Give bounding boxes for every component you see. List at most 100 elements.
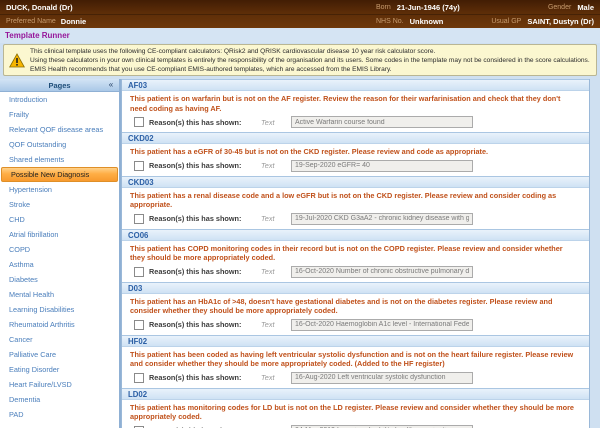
sidebar-item-diabetes[interactable]: Diabetes xyxy=(0,272,119,287)
section-description: This patient has COPD monitoring codes i… xyxy=(122,241,589,264)
section-code: HF02 xyxy=(122,335,589,347)
section-code: LD02 xyxy=(122,388,589,400)
alert-section-ckd02: CKD02 This patient has a eGFR of 30-45 b… xyxy=(122,132,589,176)
reason-row: Reason(s) this has shown: Text xyxy=(122,211,589,229)
reason-checkbox-label: Reason(s) this has shown: xyxy=(149,373,261,382)
patient-banner: DUCK, Donald (Dr) Born 21-Jun-1946 (74y)… xyxy=(0,0,600,28)
section-description: This patient has a renal disease code an… xyxy=(122,188,589,211)
alert-section-d03: D03 This patient has an HbA1c of >48, do… xyxy=(122,282,589,335)
reason-checkbox[interactable] xyxy=(134,267,144,277)
sidebar-item-shared-elements[interactable]: Shared elements xyxy=(0,152,119,167)
reason-text-input[interactable] xyxy=(291,116,473,128)
gender-label: Gender xyxy=(548,4,571,11)
reason-checkbox[interactable] xyxy=(134,117,144,127)
section-description: This patient is on warfarin but is not o… xyxy=(122,91,589,114)
usual-gp-value: SAINT, Dustyn (Dr) xyxy=(527,17,594,26)
sidebar-item-possible-new-diagnosis[interactable]: Possible New Diagnosis xyxy=(1,167,118,182)
pages-header-label: Pages xyxy=(0,81,119,90)
reason-checkbox-label: Reason(s) this has shown: xyxy=(149,267,261,276)
notice-text: This clinical template uses the followin… xyxy=(30,47,594,74)
nhs-label: NHS No. xyxy=(376,18,404,25)
reason-checkbox[interactable] xyxy=(134,320,144,330)
sidebar-item-copd[interactable]: COPD xyxy=(0,242,119,257)
section-description: This patient has been coded as having le… xyxy=(122,347,589,370)
reason-row: Reason(s) this has shown: Text xyxy=(122,158,589,176)
text-label: Text xyxy=(261,320,285,329)
section-description: This patient has a eGFR of 30-45 but is … xyxy=(122,144,589,158)
sidebar-item-relevant-qof-disease-areas[interactable]: Relevant QOF disease areas xyxy=(0,122,119,137)
pages-sidebar: Pages « IntroductionFrailtyRelevant QOF … xyxy=(0,79,121,428)
preferred-name-label: Preferred Name xyxy=(6,18,56,25)
nhs-value: Unknown xyxy=(410,17,444,26)
main-sections: AF03 This patient is on warfarin but is … xyxy=(121,79,590,428)
alert-section-ld02: LD02 This patient has monitoring codes f… xyxy=(122,388,589,428)
reason-row: Reason(s) this has shown: Text xyxy=(122,370,589,388)
pages-header: Pages « xyxy=(0,79,119,92)
section-code: CKD02 xyxy=(122,132,589,144)
page-title: Template Runner xyxy=(5,31,70,40)
reason-text-input[interactable] xyxy=(291,160,473,172)
section-code: AF03 xyxy=(122,79,589,91)
sidebar-item-heart-failure-lvsd[interactable]: Heart Failure/LVSD xyxy=(0,377,119,392)
sidebar-item-atrial-fibrillation[interactable]: Atrial fibrillation xyxy=(0,227,119,242)
reason-checkbox[interactable] xyxy=(134,214,144,224)
patient-name: DUCK, Donald (Dr) xyxy=(6,3,73,12)
notice-line-3: EMIS Health recommends that you use CE-c… xyxy=(30,65,590,74)
banner-row-2: Preferred Name Donnie NHS No. Unknown Us… xyxy=(0,14,600,28)
sidebar-item-qof-outstanding[interactable]: QOF Outstanding xyxy=(0,137,119,152)
section-code: D03 xyxy=(122,282,589,294)
reason-row: Reason(s) this has shown: Text xyxy=(122,114,589,132)
collapse-sidebar-icon[interactable]: « xyxy=(106,80,116,90)
warning-icon xyxy=(4,53,30,68)
sidebar-item-pad[interactable]: PAD xyxy=(0,407,119,422)
notice-line-2: Using these calculators in your own clin… xyxy=(30,56,590,65)
section-code: CKD03 xyxy=(122,176,589,188)
sidebar-item-palliative-care[interactable]: Palliative Care xyxy=(0,347,119,362)
sidebar-item-mental-health[interactable]: Mental Health xyxy=(0,287,119,302)
section-code: CO06 xyxy=(122,229,589,241)
titlebar: Template Runner xyxy=(0,28,600,43)
section-description: This patient has an HbA1c of >48, doesn'… xyxy=(122,294,589,317)
reason-text-input[interactable] xyxy=(291,213,473,225)
reason-checkbox-label: Reason(s) this has shown: xyxy=(149,118,261,127)
reason-checkbox-label: Reason(s) this has shown: xyxy=(149,161,261,170)
reason-row: Reason(s) this has shown: Text xyxy=(122,317,589,335)
banner-row-1: DUCK, Donald (Dr) Born 21-Jun-1946 (74y)… xyxy=(0,0,600,14)
reason-text-input[interactable] xyxy=(291,372,473,384)
section-description: This patient has monitoring codes for LD… xyxy=(122,400,589,423)
alert-section-hf02: HF02 This patient has been coded as havi… xyxy=(122,335,589,388)
born-label: Born xyxy=(376,4,391,11)
sidebar-item-chd[interactable]: CHD xyxy=(0,212,119,227)
text-label: Text xyxy=(261,267,285,276)
ce-calculator-notice: This clinical template uses the followin… xyxy=(3,44,597,76)
sidebar-item-eating-disorder[interactable]: Eating Disorder xyxy=(0,362,119,377)
sidebar-item-asthma[interactable]: Asthma xyxy=(0,257,119,272)
reason-text-input[interactable] xyxy=(291,425,473,428)
sidebar-item-introduction[interactable]: Introduction xyxy=(0,92,119,107)
reason-row: Reason(s) this has shown: Text xyxy=(122,423,589,428)
sidebar-item-cancer[interactable]: Cancer xyxy=(0,332,119,347)
sidebar-item-dementia[interactable]: Dementia xyxy=(0,392,119,407)
text-label: Text xyxy=(261,118,285,127)
text-label: Text xyxy=(261,161,285,170)
alert-section-ckd03: CKD03 This patient has a renal disease c… xyxy=(122,176,589,229)
reason-row: Reason(s) this has shown: Text xyxy=(122,264,589,282)
reason-checkbox-label: Reason(s) this has shown: xyxy=(149,214,261,223)
text-label: Text xyxy=(261,373,285,382)
usual-gp-label: Usual GP xyxy=(491,18,521,25)
reason-text-input[interactable] xyxy=(291,319,473,331)
sidebar-item-rheumatoid-arthritis[interactable]: Rheumatoid Arthritis xyxy=(0,317,119,332)
sidebar-item-stroke[interactable]: Stroke xyxy=(0,197,119,212)
sidebar-items: IntroductionFrailtyRelevant QOF disease … xyxy=(0,92,119,428)
gender-value: Male xyxy=(577,3,594,12)
sidebar-item-frailty[interactable]: Frailty xyxy=(0,107,119,122)
reason-checkbox[interactable] xyxy=(134,161,144,171)
alert-section-af03: AF03 This patient is on warfarin but is … xyxy=(122,79,589,132)
alert-section-co06: CO06 This patient has COPD monitoring co… xyxy=(122,229,589,282)
reason-text-input[interactable] xyxy=(291,266,473,278)
reason-checkbox-label: Reason(s) this has shown: xyxy=(149,320,261,329)
reason-checkbox[interactable] xyxy=(134,373,144,383)
preferred-name-value: Donnie xyxy=(61,17,86,26)
sidebar-item-learning-disabilities[interactable]: Learning Disabilities xyxy=(0,302,119,317)
sidebar-item-hypertension[interactable]: Hypertension xyxy=(0,182,119,197)
